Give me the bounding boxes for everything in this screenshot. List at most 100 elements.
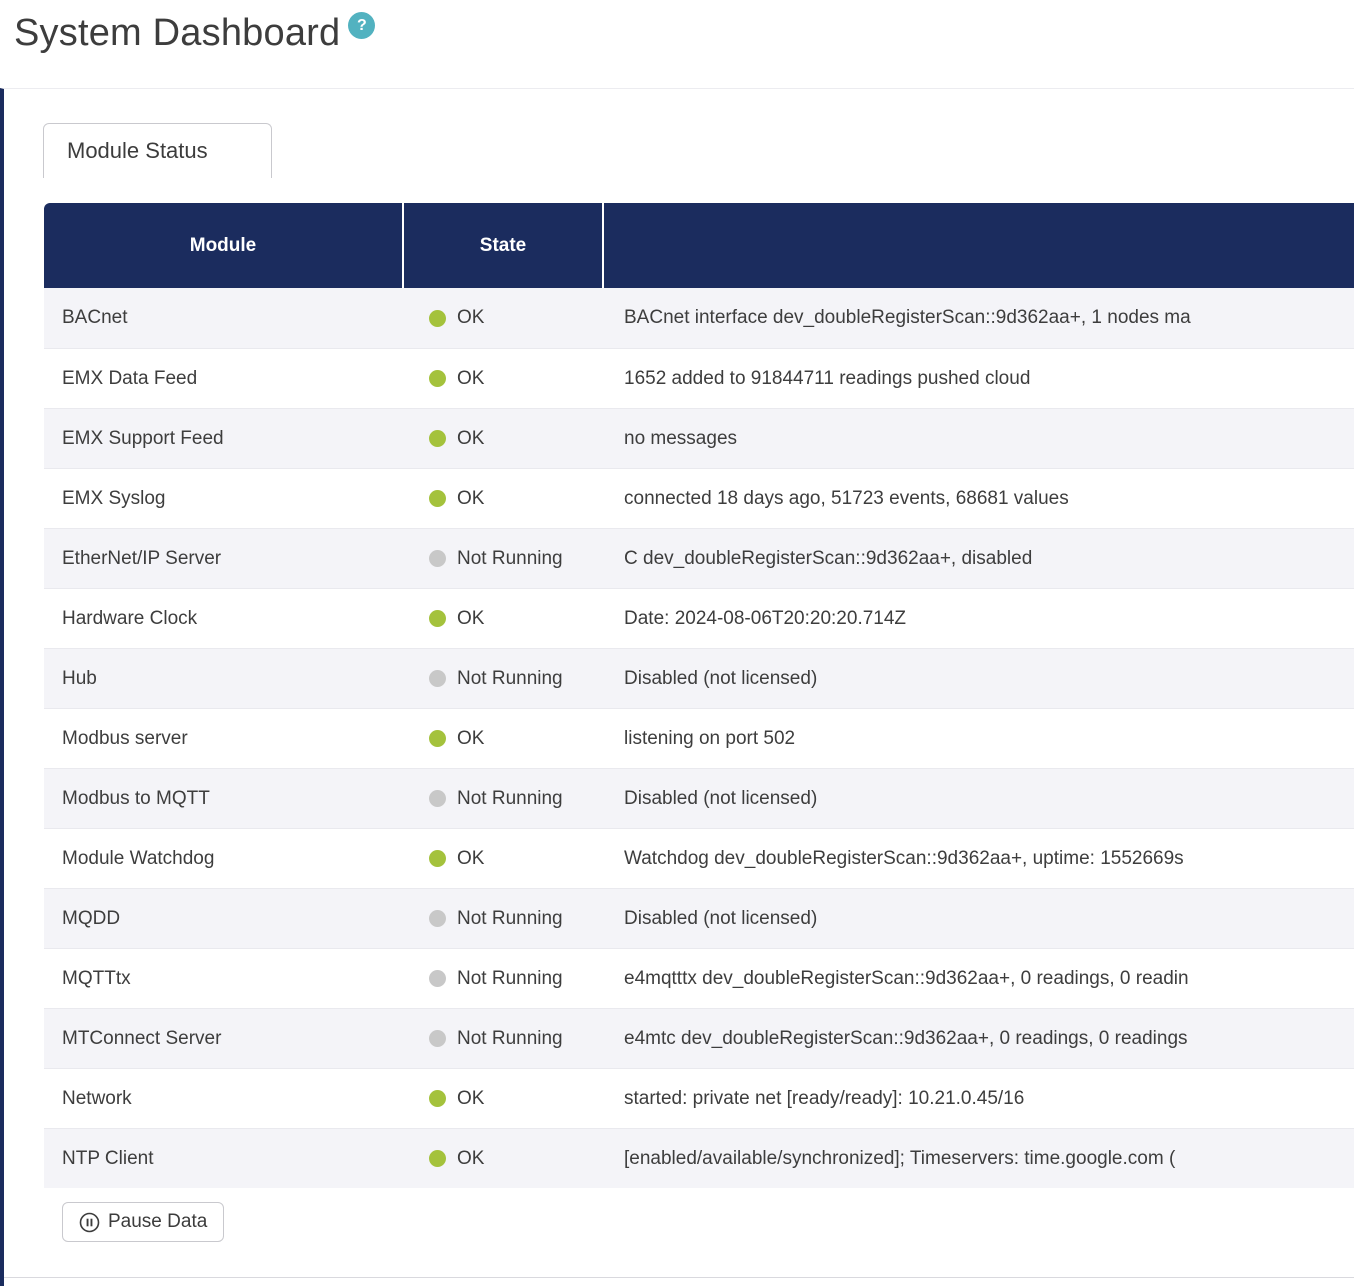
help-icon[interactable]: ? [348,12,375,39]
module-message: no messages [604,428,1354,450]
table-row: EMX Syslog OK connected 18 days ago, 517… [44,468,1354,528]
module-state: OK [404,1088,604,1110]
table-row: EMX Support Feed OK no messages [44,408,1354,468]
module-message: Disabled (not licensed) [604,668,1354,690]
status-dot [429,1030,446,1047]
module-state: OK [404,848,604,870]
table-row: NTP Client OK [enabled/available/synchro… [44,1128,1354,1188]
status-dot [429,310,446,327]
module-name: EMX Syslog [44,488,404,510]
pause-button-label: Pause Data [108,1211,207,1233]
status-dot [429,910,446,927]
module-message: BACnet interface dev_doubleRegisterScan:… [604,307,1354,329]
table-row: MTConnect Server Not Running e4mtc dev_d… [44,1008,1354,1068]
table-body: BACnet OK BACnet interface dev_doubleReg… [44,288,1354,1188]
table-row: MQDD Not Running Disabled (not licensed) [44,888,1354,948]
module-name: Network [44,1088,404,1110]
module-message: started: private net [ready/ready]: 10.2… [604,1088,1354,1110]
module-message: e4mtc dev_doubleRegisterScan::9d362aa+, … [604,1028,1354,1050]
module-name: EMX Data Feed [44,368,404,390]
module-state: Not Running [404,668,604,690]
dashboard-card: Module Status Module State BACnet OK BAC… [0,88,1354,1286]
module-name: Module Watchdog [44,848,404,870]
status-dot [429,1150,446,1167]
tab-label: Module Status [67,138,208,163]
status-dot [429,790,446,807]
module-name: MQDD [44,908,404,930]
module-name: Modbus to MQTT [44,788,404,810]
module-name: Hub [44,668,404,690]
module-state: Not Running [404,908,604,930]
state-label: OK [457,608,484,630]
module-name: NTP Client [44,1148,404,1170]
table-row: Modbus to MQTT Not Running Disabled (not… [44,768,1354,828]
column-header-message [604,203,1354,288]
table-row: Module Watchdog OK Watchdog dev_doubleRe… [44,828,1354,888]
table-row: BACnet OK BACnet interface dev_doubleReg… [44,288,1354,348]
state-label: OK [457,728,484,750]
module-message: e4mqtttx dev_doubleRegisterScan::9d362aa… [604,968,1354,990]
status-dot [429,550,446,567]
state-label: OK [457,368,484,390]
table-row: Network OK started: private net [ready/r… [44,1068,1354,1128]
module-state: Not Running [404,1028,604,1050]
status-dot [429,670,446,687]
module-message: Disabled (not licensed) [604,908,1354,930]
pause-icon [79,1212,100,1233]
module-name: MTConnect Server [44,1028,404,1050]
module-message: connected 18 days ago, 51723 events, 686… [604,488,1354,510]
module-name: EtherNet/IP Server [44,548,404,570]
module-name: MQTTtx [44,968,404,990]
column-header-state: State [404,203,604,288]
module-state: OK [404,1148,604,1170]
module-state: OK [404,608,604,630]
page-title: System Dashboard [14,12,340,54]
table-row: Modbus server OK listening on port 502 [44,708,1354,768]
state-label: Not Running [457,548,563,570]
table-row: EMX Data Feed OK 1652 added to 91844711 … [44,348,1354,408]
state-label: Not Running [457,788,563,810]
module-name: EMX Support Feed [44,428,404,450]
module-message: Date: 2024-08-06T20:20:20.714Z [604,608,1354,630]
state-label: OK [457,1088,484,1110]
module-state: OK [404,428,604,450]
table-row: EtherNet/IP Server Not Running C dev_dou… [44,528,1354,588]
state-label: Not Running [457,668,563,690]
table-row: Hardware Clock OK Date: 2024-08-06T20:20… [44,588,1354,648]
module-state: Not Running [404,968,604,990]
module-state: Not Running [404,788,604,810]
module-message: listening on port 502 [604,728,1354,750]
table-footer: Pause Data [44,1188,1354,1277]
module-state: OK [404,488,604,510]
column-header-module: Module [44,203,404,288]
tab-module-status[interactable]: Module Status [43,123,272,178]
state-label: OK [457,428,484,450]
module-message: [enabled/available/synchronized]; Timese… [604,1148,1354,1170]
table-row: MQTTtx Not Running e4mqtttx dev_doubleRe… [44,948,1354,1008]
module-state: Not Running [404,548,604,570]
state-label: OK [457,848,484,870]
status-dot [429,850,446,867]
page-header: System Dashboard? [0,0,1354,88]
state-label: OK [457,1148,484,1170]
status-dot [429,970,446,987]
module-message: C dev_doubleRegisterScan::9d362aa+, disa… [604,548,1354,570]
module-state: OK [404,728,604,750]
state-label: OK [457,488,484,510]
module-state: OK [404,307,604,329]
table-header: Module State [44,203,1354,288]
pause-data-button[interactable]: Pause Data [62,1202,224,1242]
state-label: Not Running [457,908,563,930]
status-dot [429,1090,446,1107]
state-label: Not Running [457,1028,563,1050]
module-name: BACnet [44,307,404,329]
module-name: Modbus server [44,728,404,750]
state-label: Not Running [457,968,563,990]
status-dot [429,370,446,387]
module-state: OK [404,368,604,390]
table-row: Hub Not Running Disabled (not licensed) [44,648,1354,708]
module-name: Hardware Clock [44,608,404,630]
module-message: Watchdog dev_doubleRegisterScan::9d362aa… [604,848,1354,870]
module-message: Disabled (not licensed) [604,788,1354,810]
status-dot [429,730,446,747]
